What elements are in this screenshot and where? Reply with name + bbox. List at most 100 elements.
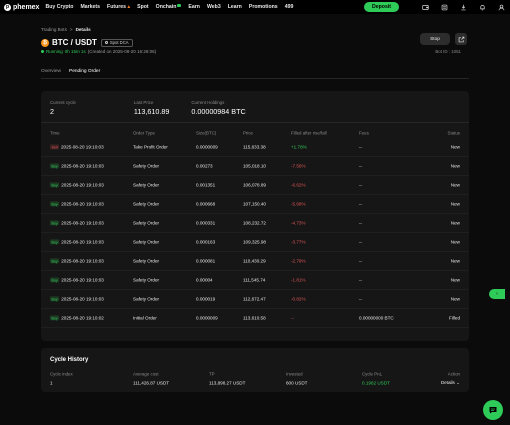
nav-onchain-label: Onchain xyxy=(155,4,177,10)
order-side-badge: Buy xyxy=(50,182,60,188)
order-time-cell: Buy 2025-08-20 19:10:03 xyxy=(50,201,104,207)
orders-table-header: Time Order Type Size(BTC) Price Filled a… xyxy=(41,128,469,138)
summary-divider xyxy=(41,122,469,123)
status-badge: New xyxy=(450,239,460,245)
breadcrumb-details: Details xyxy=(75,27,91,32)
table-row: Buy 2025-08-20 19:10:03 Safety Order 0.0006… xyxy=(41,195,469,214)
bell-icon[interactable] xyxy=(477,2,487,12)
bot-type-badge: Spot DCA xyxy=(100,38,133,47)
nav-earn[interactable]: Earn xyxy=(188,4,200,10)
table-row: Buy 2025-08-20 19:10:03 Safety Order 0.0013… xyxy=(41,176,469,195)
tabs-divider xyxy=(41,78,469,79)
cycle-history-title: Cycle History xyxy=(50,357,89,363)
assets-icon[interactable] xyxy=(439,2,449,12)
order-side-badge: Buy xyxy=(50,258,60,264)
tp-value: 113,898.27 USDT xyxy=(209,380,246,386)
order-fees: 0.00000000 BTC xyxy=(359,315,394,321)
download-icon[interactable] xyxy=(458,2,468,12)
order-side-badge: Buy xyxy=(50,277,60,283)
nav-markets[interactable]: Markets xyxy=(80,4,100,10)
cycle-index-value: 1 xyxy=(50,380,53,386)
order-time: 2025-08-20 19:10:02 xyxy=(61,315,104,321)
new-badge-icon xyxy=(177,4,182,7)
table-row: Buy 2025-08-20 19:10:03 Safety Order 0.0003… xyxy=(41,214,469,233)
order-side-badge: Buy xyxy=(50,220,60,226)
status-badge: New xyxy=(450,220,460,226)
order-time: 2025-08-20 19:10:03 xyxy=(61,239,104,245)
runtime-value: 0h 15m 1s xyxy=(64,49,86,54)
table-row: Buy 2025-08-20 19:10:03 Safety Order 0.0001… xyxy=(41,233,469,252)
order-time: 2025-08-20 19:10:03 xyxy=(61,163,104,169)
order-size: 0.000163 xyxy=(196,239,216,245)
bot-type-label: Spot DCA xyxy=(109,40,129,45)
nav-onchain[interactable]: Onchain xyxy=(156,4,182,10)
order-time-cell: Buy 2025-08-20 19:10:03 xyxy=(50,182,104,188)
last-price-stat: Last Price 113,610.89 xyxy=(134,100,169,116)
order-type: Take Profit Order xyxy=(133,144,168,150)
order-size: 0.00273 xyxy=(196,163,213,169)
order-type: Safety Order xyxy=(133,220,160,226)
order-size: 0.000668 xyxy=(196,201,216,207)
current-cycle-stat: Current cycle 2 xyxy=(50,100,76,116)
order-change: +1.78% xyxy=(291,144,307,150)
nav-499[interactable]: 499 xyxy=(285,4,294,10)
bot-id: Bot ID : 1051 xyxy=(435,49,461,54)
nav-spot[interactable]: Spot xyxy=(137,4,149,10)
nav-web3[interactable]: Web3 xyxy=(207,4,221,10)
order-size: 0.0000009 xyxy=(196,144,218,150)
pair-header: ₿ BTC / USDT Spot DCA xyxy=(41,38,133,47)
order-change: -- xyxy=(291,315,295,321)
col-status: Status xyxy=(447,130,460,136)
order-type: Safety Order xyxy=(133,258,160,264)
support-chat-button[interactable] xyxy=(483,400,503,420)
nav-futures[interactable]: Futures ▴ xyxy=(107,4,130,10)
page-title: BTC / USDT xyxy=(52,38,97,47)
share-button[interactable] xyxy=(455,33,467,45)
floating-side-button[interactable]: ‹ xyxy=(489,289,505,299)
chevron-down-icon: ⌄ xyxy=(456,380,460,385)
details-label: Details xyxy=(440,380,455,385)
order-price: 113,610.58 xyxy=(243,315,266,321)
col-invested: Invested xyxy=(286,371,303,377)
brand-name: phemex xyxy=(13,3,40,11)
nav-learn[interactable]: Learn xyxy=(228,4,242,10)
order-fees: -- xyxy=(359,296,363,302)
order-time: 2025-08-20 19:10:03 xyxy=(61,220,104,226)
phemex-logo-icon: p xyxy=(4,3,11,11)
nav-buy-crypto[interactable]: Buy Crypto xyxy=(45,4,73,10)
order-time-cell: Buy 2025-08-20 19:10:03 xyxy=(50,220,104,226)
chat-icon xyxy=(489,407,497,414)
phemex-logo[interactable]: p phemex xyxy=(4,3,40,11)
order-fees: -- xyxy=(359,144,363,150)
status-badge: New xyxy=(450,258,460,264)
top-nav-bar: p phemex Buy Crypto Markets Futures ▴ Sp… xyxy=(0,0,510,14)
order-price: 108,232.72 xyxy=(243,220,266,226)
order-time: 2025-08-20 19:10:03 xyxy=(61,258,104,264)
deposit-button[interactable]: Deposit xyxy=(363,2,399,12)
status-badge: Filled xyxy=(449,315,460,321)
order-fees: -- xyxy=(359,239,363,245)
order-price: 111,545.74 xyxy=(243,277,266,283)
order-time: 2025-08-20 19:10:03 xyxy=(61,277,104,283)
nav-promotions[interactable]: Promotions xyxy=(249,4,278,10)
details-link[interactable]: Details ⌄ xyxy=(441,380,460,386)
breadcrumb-separator: > xyxy=(69,27,73,32)
breadcrumb-trading-bots[interactable]: Trading Bots xyxy=(41,27,67,32)
order-time: 2025-08-20 19:10:03 xyxy=(61,296,104,302)
order-fees: -- xyxy=(359,277,363,283)
user-icon[interactable] xyxy=(496,2,506,12)
order-fees: -- xyxy=(359,201,363,207)
current-holdings-stat: Current Holdings 0.00000984 BTC xyxy=(191,100,245,116)
btc-coin-icon: ₿ xyxy=(41,38,49,47)
status-badge: New xyxy=(450,144,460,150)
order-change: -4.73% xyxy=(291,220,306,226)
order-side-badge: Buy xyxy=(50,239,60,245)
col-cycle-pnl: Cycle PnL xyxy=(362,371,383,377)
order-price: 106,078.89 xyxy=(243,182,266,188)
order-side-badge: Sell xyxy=(50,144,59,150)
stop-button[interactable]: Stop xyxy=(420,33,450,45)
wallet-icon[interactable] xyxy=(420,2,430,12)
order-side-badge: Buy xyxy=(50,163,60,169)
table-row: Buy 2025-08-20 19:10:03 Safety Order 0.0027… xyxy=(41,157,469,176)
order-time: 2025-08-20 19:10:03 xyxy=(61,201,104,207)
